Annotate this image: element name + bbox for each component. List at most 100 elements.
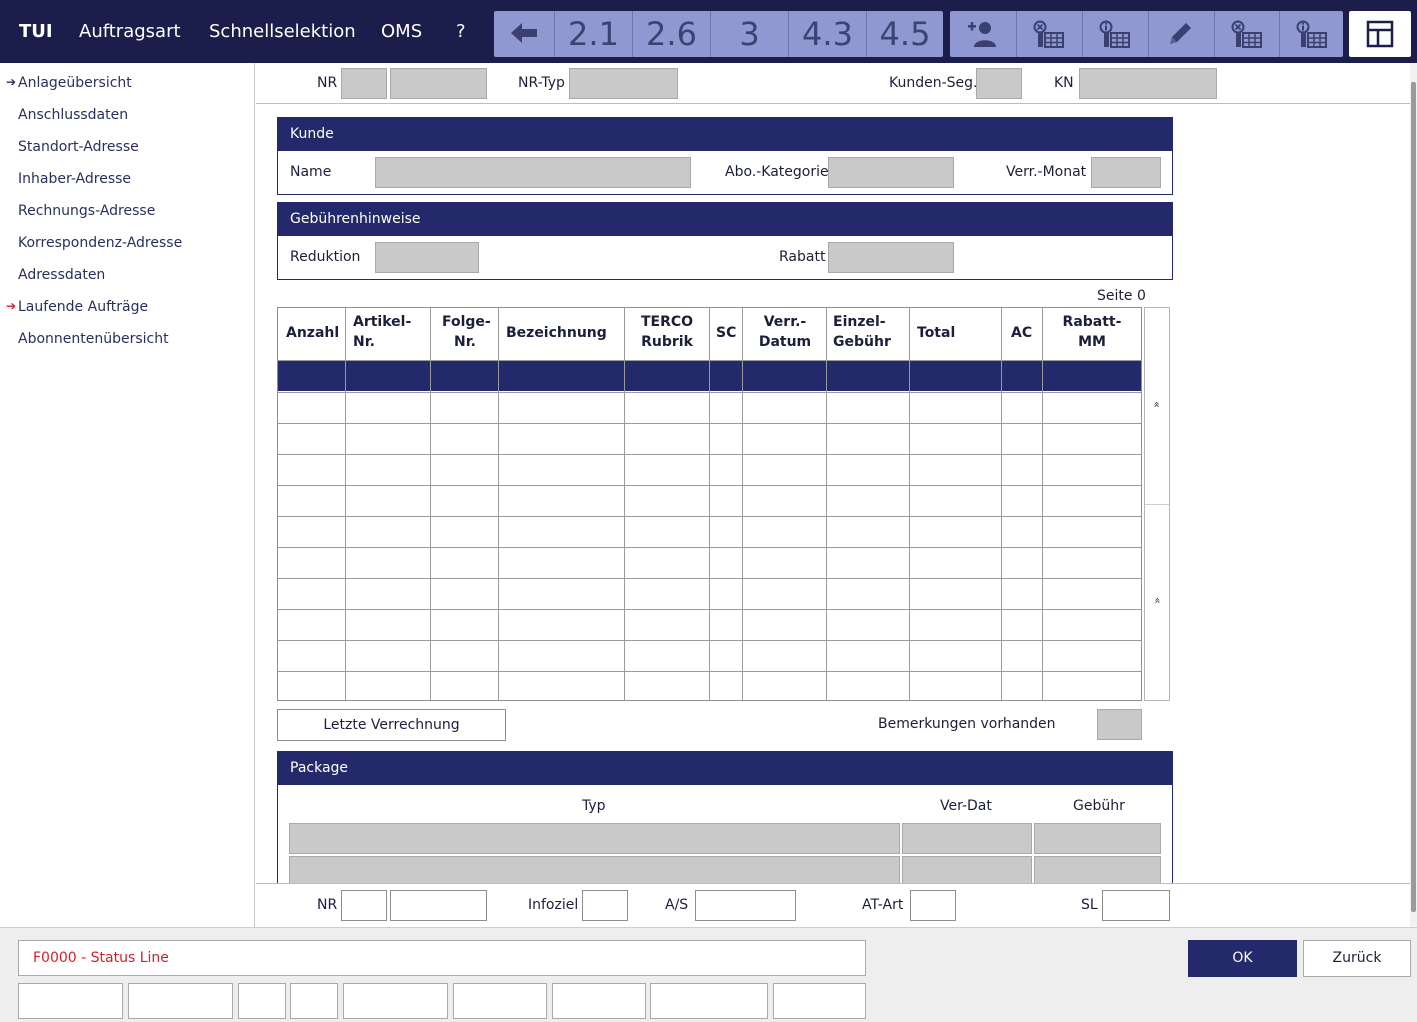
sidebar-item-label: Anlageübersicht	[18, 75, 132, 91]
function-key-field[interactable]	[128, 983, 233, 1019]
package-typ-field-2[interactable]	[289, 856, 900, 883]
package-col-typ: Typ	[582, 798, 606, 814]
function-key-field[interactable]	[238, 983, 286, 1019]
menu-auftragsart[interactable]: Auftragsart	[79, 0, 181, 63]
col-header-artikel-nr: Artikel- Nr.	[353, 314, 412, 350]
page-scrollbar-thumb[interactable]	[1411, 82, 1416, 912]
kn-label: KN	[1054, 75, 1074, 91]
column-divider	[498, 308, 499, 700]
add-user-icon	[967, 22, 996, 47]
scroll-down-icon[interactable]: »	[1151, 595, 1164, 607]
toolbar-edit-button[interactable]	[1148, 11, 1213, 57]
sl-field[interactable]	[1102, 890, 1170, 921]
rabatt-field[interactable]	[828, 242, 954, 273]
as-field[interactable]	[695, 890, 796, 921]
nr-field-2[interactable]	[390, 68, 487, 99]
column-divider	[430, 308, 431, 700]
infoziel-field[interactable]	[582, 890, 628, 921]
row-divider	[278, 423, 1141, 424]
nr-typ-field[interactable]	[569, 68, 678, 99]
function-key-field[interactable]	[773, 983, 866, 1019]
sidebar-item-label: Adressdaten	[18, 267, 106, 283]
function-key-field[interactable]	[18, 983, 123, 1019]
row-divider	[278, 578, 1141, 579]
col-header-ac: AC	[1011, 325, 1033, 341]
toolbar-navigation-group: 2.1 2.6 3 4.3 4.5	[494, 11, 943, 57]
toolbar-button-2-1[interactable]: 2.1	[554, 11, 632, 57]
toolbar-search-record-button[interactable]	[1279, 11, 1343, 57]
package-ver-dat-field-2[interactable]	[902, 856, 1032, 883]
sidebar-item-korrespondenz-adresse[interactable]: Korrespondenz-Adresse	[18, 235, 182, 251]
row-divider	[278, 609, 1141, 610]
bottom-nr-field-2[interactable]	[390, 890, 487, 921]
toolbar-delete-record-button[interactable]	[1016, 11, 1081, 57]
function-key-field[interactable]	[290, 983, 338, 1019]
sidebar-item-abonnentenuebersicht[interactable]: Abonnentenübersicht	[18, 331, 169, 347]
verr-monat-field[interactable]	[1091, 157, 1161, 188]
abo-kategorie-field[interactable]	[828, 157, 954, 188]
toolbar-remove-record-button[interactable]	[1214, 11, 1278, 57]
column-divider	[826, 308, 827, 700]
scroll-up-icon[interactable]: «	[1151, 399, 1164, 411]
sidebar-item-adressdaten[interactable]: Adressdaten	[18, 267, 105, 283]
menu-help[interactable]: ?	[456, 0, 466, 63]
kn-field[interactable]	[1079, 68, 1217, 99]
letzte-verrechnung-button[interactable]: Letzte Verrechnung	[277, 709, 506, 741]
sidebar-item-rechnungs-adresse[interactable]: Rechnungs-Adresse	[18, 203, 155, 219]
toolbar-button-3[interactable]: 3	[710, 11, 788, 57]
name-field[interactable]	[375, 157, 691, 188]
package-ver-dat-field-1[interactable]	[902, 823, 1032, 854]
toolbar-add-user-button[interactable]	[950, 11, 1015, 57]
package-gebuehr-field-2[interactable]	[1034, 856, 1161, 883]
col-header-rabatt-mm: Rabatt- MM	[1062, 314, 1122, 350]
package-gebuehr-field-1[interactable]	[1034, 823, 1161, 854]
at-art-field[interactable]	[910, 890, 956, 921]
status-line: F0000 - Status Line	[18, 940, 866, 976]
verr-monat-label: Verr.-Monat	[1006, 164, 1087, 180]
col-header-folge-nr: Folge- Nr.	[442, 314, 491, 350]
column-divider	[709, 308, 710, 700]
col-header-total: Total	[917, 325, 956, 341]
toolbar-button-2-6[interactable]: 2.6	[632, 11, 710, 57]
arrow-right-icon: ➔	[6, 75, 17, 89]
nr-typ-label: NR-Typ	[518, 75, 565, 91]
package-typ-field-1[interactable]	[289, 823, 900, 854]
column-divider	[909, 308, 910, 700]
layout-toggle-button[interactable]	[1349, 11, 1411, 57]
toolbar-info-record-button[interactable]	[1082, 11, 1147, 57]
nr-label: NR	[317, 75, 338, 91]
function-key-field[interactable]	[343, 983, 448, 1019]
ok-button[interactable]: OK	[1188, 940, 1297, 977]
menu-brand[interactable]: TUI	[19, 0, 53, 63]
menu-schnellselektion[interactable]: Schnellselektion	[209, 0, 356, 63]
function-key-field[interactable]	[552, 983, 646, 1019]
sidebar-item-inhaber-adresse[interactable]: Inhaber-Adresse	[18, 171, 131, 187]
function-key-field[interactable]	[453, 983, 547, 1019]
row-divider	[278, 640, 1141, 641]
package-col-gebuehr: Gebühr	[1073, 798, 1125, 814]
bemerkungen-field[interactable]	[1097, 709, 1142, 740]
search-record-icon	[1296, 20, 1327, 48]
menu-oms[interactable]: OMS	[381, 0, 422, 63]
column-divider	[1042, 308, 1043, 700]
sidebar-item-standort-adresse[interactable]: Standort-Adresse	[18, 139, 139, 155]
toolbar-button-4-5[interactable]: 4.5	[866, 11, 943, 57]
name-label: Name	[290, 164, 332, 180]
kunden-seg-field[interactable]	[976, 68, 1022, 99]
bottom-nr-field-1[interactable]	[341, 890, 387, 921]
sidebar-item-anlageuebersicht[interactable]: ➔ Anlageübersicht	[6, 75, 132, 91]
reduktion-field[interactable]	[375, 242, 479, 273]
nr-field-1[interactable]	[341, 68, 387, 99]
toolbar-button-4-3[interactable]: 4.3	[788, 11, 866, 57]
toolbar-back-button[interactable]	[494, 11, 553, 57]
table-scrollbar[interactable]: « »	[1144, 307, 1170, 701]
function-key-field[interactable]	[650, 983, 768, 1019]
sidebar-item-laufende-auftraege[interactable]: ➔ Laufende Aufträge	[6, 299, 148, 315]
gebuehren-panel-title: Gebührenhinweise	[278, 203, 1172, 236]
sidebar-item-anschlussdaten[interactable]: Anschlussdaten	[18, 107, 128, 123]
back-arrow-icon	[510, 23, 537, 43]
remove-record-icon	[1231, 20, 1262, 48]
layout-icon	[1366, 20, 1394, 48]
bottom-divider	[256, 883, 1410, 884]
zurueck-button[interactable]: Zurück	[1303, 940, 1411, 977]
